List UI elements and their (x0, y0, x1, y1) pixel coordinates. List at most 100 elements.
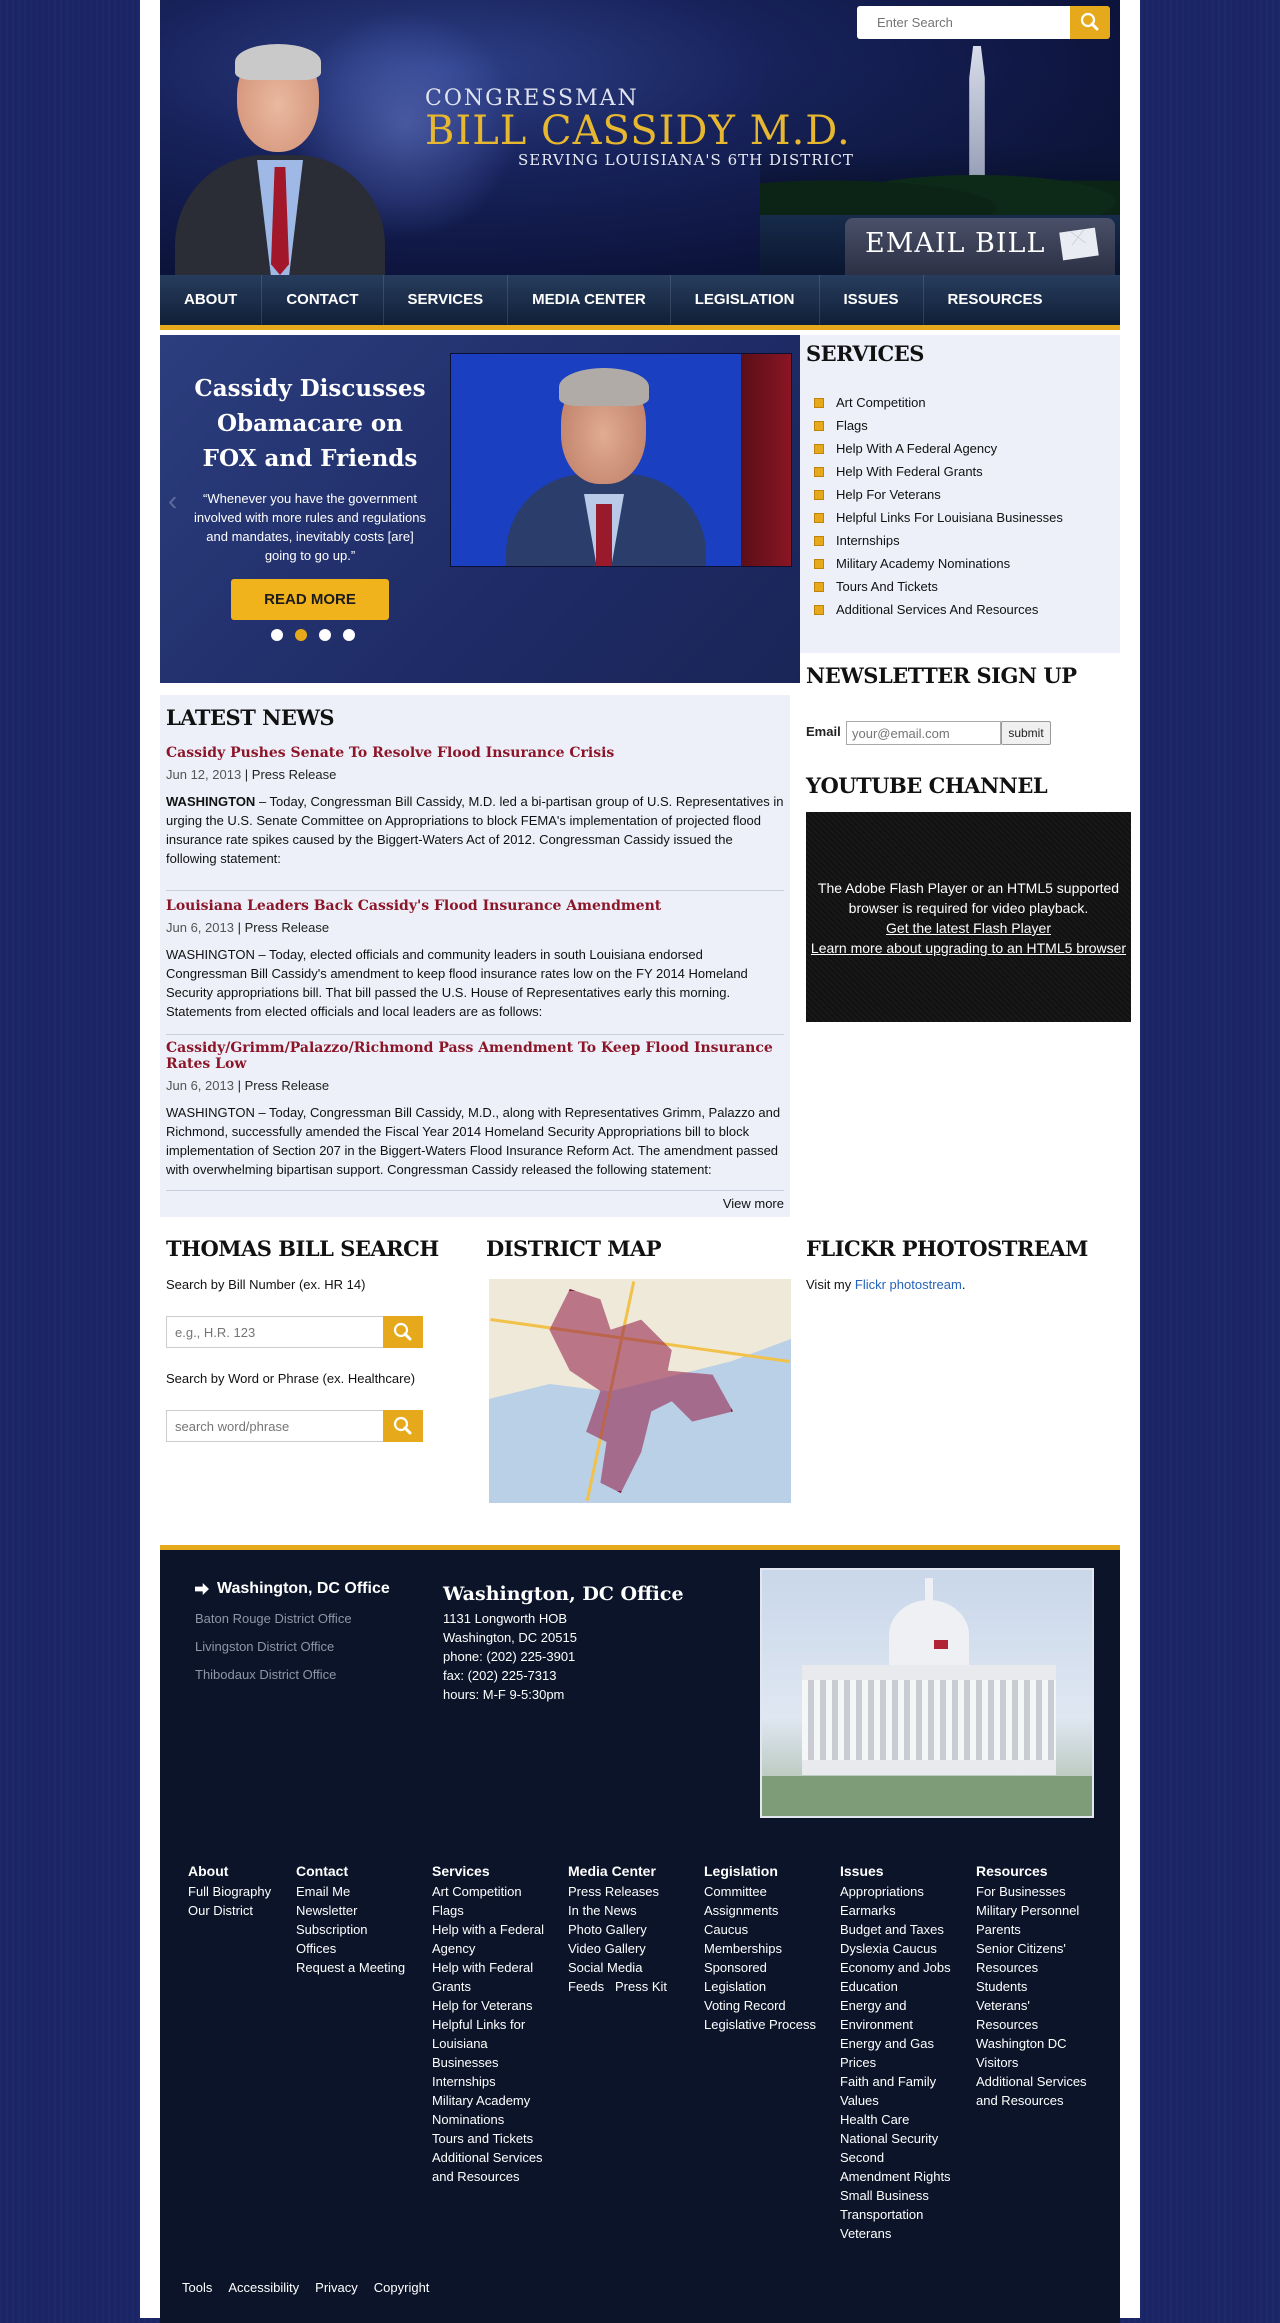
footer-link[interactable]: Caucus Memberships (704, 1920, 794, 1958)
html5-browser-link[interactable]: Learn more about upgrading to an HTML5 b… (806, 938, 1131, 958)
slider-dot-active[interactable] (295, 629, 307, 641)
footer-link[interactable]: Press Kit (615, 1979, 667, 1994)
footer-link[interactable]: Newsletter Subscription (296, 1901, 386, 1939)
article-type[interactable]: Press Release (245, 920, 330, 935)
footer-link[interactable]: Budget and Taxes (840, 1920, 976, 1939)
youtube-player[interactable]: The Adobe Flash Player or an HTML5 suppo… (806, 812, 1131, 1022)
article-headline[interactable]: Louisiana Leaders Back Cassidy's Flood I… (166, 898, 784, 914)
flash-player-link[interactable]: Get the latest Flash Player (806, 918, 1131, 938)
footer-link[interactable]: Helpful Links for Louisiana Businesses (432, 2015, 542, 2072)
footer-link[interactable]: Art Competition (432, 1882, 568, 1901)
footer-link[interactable]: Appropriations Earmarks (840, 1882, 940, 1920)
footer-link[interactable]: Veterans (840, 2224, 976, 2243)
slide-image[interactable] (450, 353, 792, 567)
footer-col-title[interactable]: Media Center (568, 1862, 704, 1881)
footer-link[interactable]: Help with Federal Grants (432, 1958, 542, 1996)
footer-link[interactable]: Military Personnel (976, 1901, 1096, 1920)
footer-col-title[interactable]: Services (432, 1862, 568, 1881)
footer-col-title[interactable]: Resources (976, 1862, 1096, 1881)
service-item[interactable]: Art Competition (814, 391, 1063, 414)
service-item[interactable]: Help With A Federal Agency (814, 437, 1063, 460)
footer-link[interactable]: Voting Record (704, 1996, 840, 2015)
bill-number-search-button[interactable] (383, 1316, 423, 1348)
footer-link[interactable]: Washington DC Visitors (976, 2034, 1076, 2072)
footer-link[interactable]: Military Academy Nominations (432, 2091, 542, 2129)
footer-link[interactable]: Dyslexia Caucus (840, 1939, 976, 1958)
nav-item-resources[interactable]: RESOURCES (924, 275, 1067, 325)
article-headline[interactable]: Cassidy Pushes Senate To Resolve Flood I… (166, 745, 784, 761)
nav-item-issues[interactable]: ISSUES (820, 275, 924, 325)
footer-link[interactable]: Additional Services and Resources (432, 2148, 552, 2186)
footer-link[interactable]: Education (840, 1977, 976, 1996)
footer-link[interactable]: Energy and Gas Prices (840, 2034, 950, 2072)
footer-link[interactable]: Legislative Process (704, 2015, 840, 2034)
nav-item-about[interactable]: ABOUT (160, 275, 263, 325)
footer-link[interactable]: Offices (296, 1939, 432, 1958)
footer-link[interactable]: Energy and Environment (840, 1996, 930, 2034)
footer-link[interactable]: Help for Veterans (432, 1996, 568, 2015)
footer-col-title[interactable]: Contact (296, 1862, 432, 1881)
service-item[interactable]: Internships (814, 529, 1063, 552)
nav-item-media-center[interactable]: MEDIA CENTER (508, 275, 671, 325)
copyright-link[interactable]: Copyright (374, 2280, 430, 2295)
email-bill-button[interactable]: EMAIL BILL (845, 218, 1115, 275)
newsletter-email-input[interactable] (846, 721, 1001, 745)
footer-col-title[interactable]: Issues (840, 1862, 976, 1881)
site-logo[interactable]: CONGRESSMAN BILL CASSIDY M.D. SERVING LO… (425, 86, 865, 169)
footer-link[interactable]: Economy and Jobs (840, 1958, 976, 1977)
service-item[interactable]: Help With Federal Grants (814, 460, 1063, 483)
footer-link[interactable]: Full Biography (188, 1882, 296, 1901)
footer-link[interactable]: Flags (432, 1901, 568, 1920)
privacy-link[interactable]: Privacy (315, 2280, 358, 2295)
slide-title[interactable]: Cassidy Discusses Obamacare on FOX and F… (190, 371, 430, 476)
service-item[interactable]: Military Academy Nominations (814, 552, 1063, 575)
footer-link[interactable]: Parents (976, 1920, 1096, 1939)
slider-dot[interactable] (271, 629, 283, 641)
office-tab-thibodaux[interactable]: Thibodaux District Office (195, 1667, 390, 1682)
footer-link[interactable]: Committee Assignments (704, 1882, 794, 1920)
service-item[interactable]: Flags (814, 414, 1063, 437)
footer-link[interactable]: For Businesses (976, 1882, 1096, 1901)
service-item[interactable]: Help For Veterans (814, 483, 1063, 506)
slider-prev-icon[interactable]: ‹ (168, 485, 177, 517)
footer-link[interactable]: Tours and Tickets (432, 2129, 568, 2148)
footer-link[interactable]: Second Amendment Rights (840, 2148, 955, 2186)
bill-number-input[interactable] (166, 1316, 384, 1348)
accessibility-link[interactable]: Accessibility (228, 2280, 299, 2295)
footer-link[interactable]: Transportation (840, 2205, 976, 2224)
footer-link[interactable]: Internships (432, 2072, 568, 2091)
nav-item-services[interactable]: SERVICES (384, 275, 509, 325)
article-type[interactable]: Press Release (245, 1078, 330, 1093)
district-map[interactable] (489, 1279, 791, 1503)
footer-link[interactable]: Help with a Federal Agency (432, 1920, 552, 1958)
slider-dot[interactable] (319, 629, 331, 641)
footer-link[interactable]: Health Care (840, 2110, 976, 2129)
slider-dot[interactable] (343, 629, 355, 641)
footer-link[interactable]: Photo Gallery (568, 1920, 704, 1939)
view-more-link[interactable]: View more (723, 1196, 784, 1211)
newsletter-submit-button[interactable]: submit (1001, 721, 1051, 745)
office-tab-baton-rouge[interactable]: Baton Rouge District Office (195, 1611, 390, 1626)
word-phrase-search-button[interactable] (383, 1410, 423, 1442)
footer-link[interactable]: Our District (188, 1901, 296, 1920)
footer-link[interactable]: Faith and Family Values (840, 2072, 950, 2110)
nav-item-contact[interactable]: CONTACT (262, 275, 384, 325)
footer-link[interactable]: National Security (840, 2129, 976, 2148)
service-item[interactable]: Additional Services And Resources (814, 598, 1063, 621)
tools-link[interactable]: Tools (182, 2280, 212, 2295)
article-headline[interactable]: Cassidy/Grimm/Palazzo/Richmond Pass Amen… (166, 1040, 784, 1072)
article-type[interactable]: Press Release (252, 767, 337, 782)
footer-link[interactable]: Senior Citizens' Resources (976, 1939, 1076, 1977)
service-item[interactable]: Helpful Links For Louisiana Businesses (814, 506, 1063, 529)
nav-item-legislation[interactable]: LEGISLATION (671, 275, 820, 325)
footer-col-title[interactable]: About (188, 1862, 296, 1881)
site-search-input[interactable] (857, 6, 1070, 39)
flickr-photostream-link[interactable]: Flickr photostream (855, 1277, 962, 1292)
office-tab-washington[interactable]: Washington, DC Office (195, 1580, 390, 1598)
footer-link[interactable]: In the News (568, 1901, 704, 1920)
footer-link[interactable]: Sponsored Legislation (704, 1958, 794, 1996)
footer-link[interactable]: Veterans' Resources (976, 1996, 1056, 2034)
footer-link[interactable]: Students (976, 1977, 1096, 1996)
footer-link[interactable]: Additional Services and Resources (976, 2072, 1096, 2110)
word-phrase-input[interactable] (166, 1410, 384, 1442)
